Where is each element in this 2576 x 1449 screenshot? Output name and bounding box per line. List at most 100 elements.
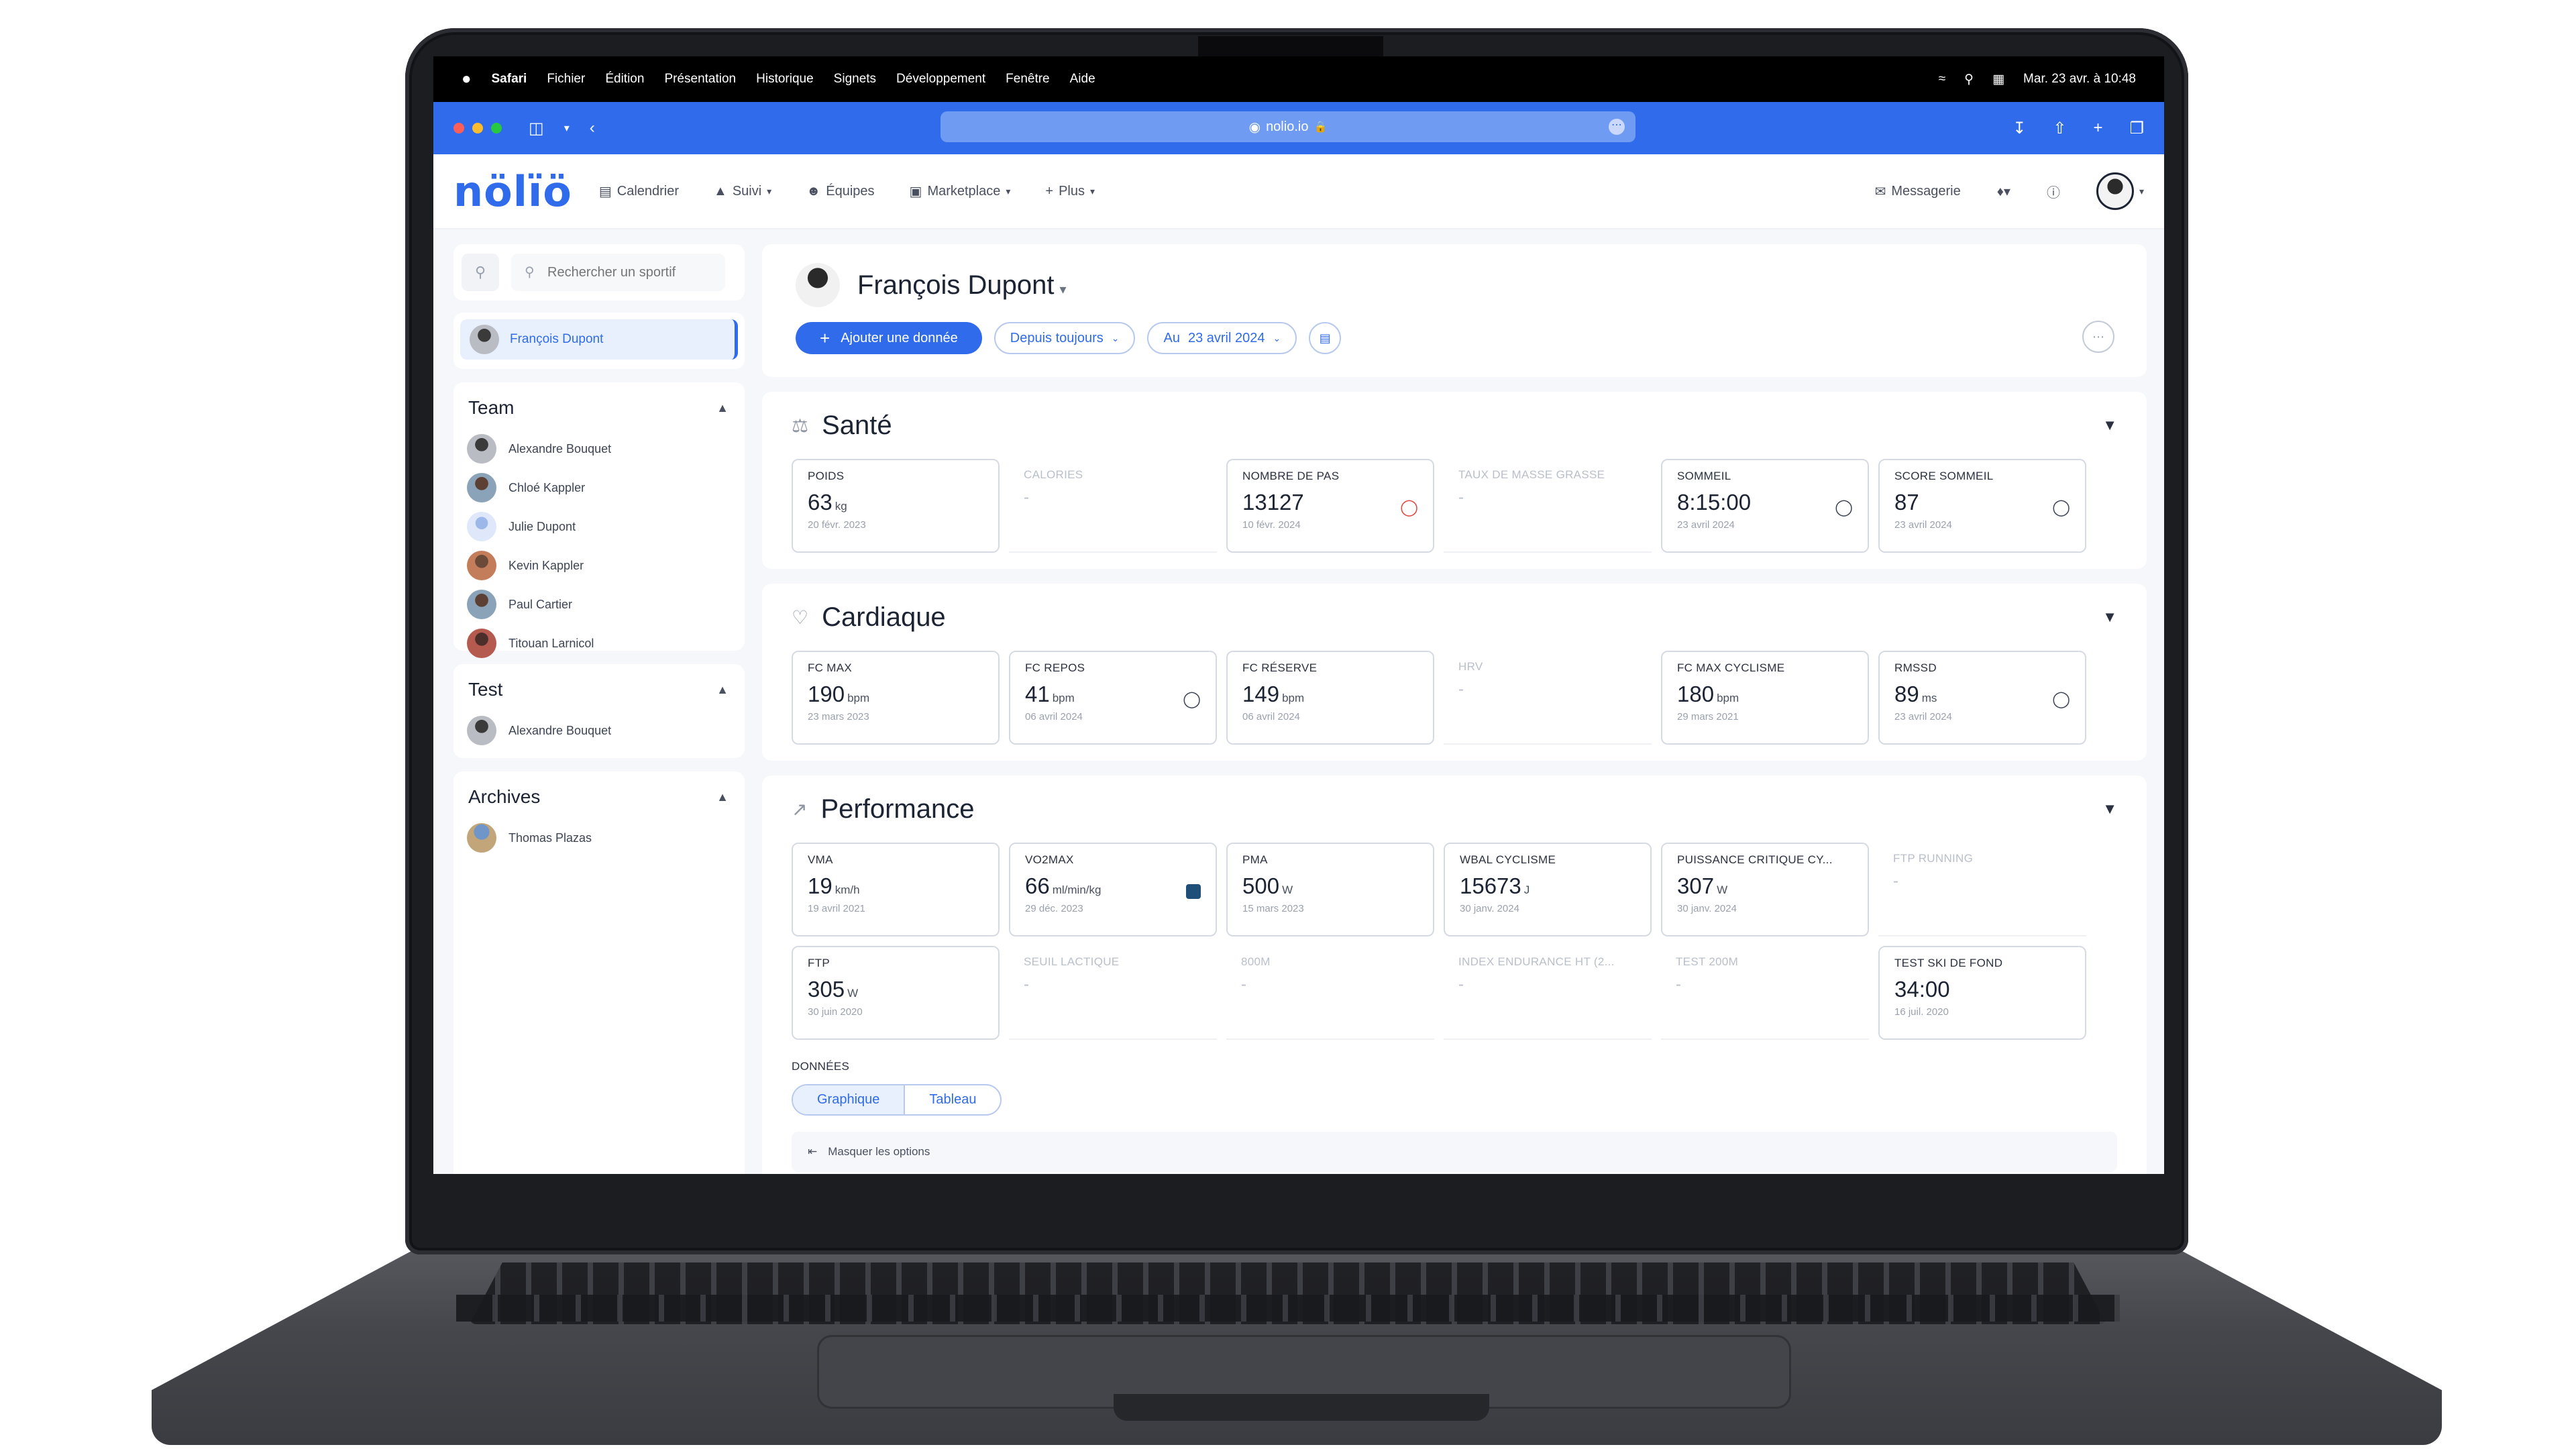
tab-graphique[interactable]: Graphique	[793, 1085, 906, 1114]
search-input[interactable]	[511, 254, 725, 291]
group-title: Archives	[468, 786, 541, 807]
list-item[interactable]: Chloé Kappler	[463, 468, 735, 507]
back-icon[interactable]: ‹	[590, 119, 595, 138]
menu-developpement[interactable]: Développement	[896, 72, 985, 87]
user-menu[interactable]: ▾	[2096, 172, 2144, 210]
list-item[interactable]: Thomas Plazas	[463, 818, 735, 857]
list-item[interactable]: Alexandre Bouquet	[463, 429, 735, 468]
metric-tile[interactable]: TEST SKI DE FOND 34:00 16 juil. 2020	[1878, 946, 2086, 1040]
until-date-filter[interactable]: Au 23 avril 2024 ⌄	[1147, 322, 1297, 354]
address-bar[interactable]: ◉ nolio.io 🔒 ⋯	[941, 111, 1635, 142]
menu-signets[interactable]: Signets	[834, 72, 876, 87]
list-item[interactable]: Paul Cartier	[463, 585, 735, 624]
metric-tile[interactable]: INDEX ENDURANCE HT (2... -	[1444, 946, 1652, 1040]
selected-athlete[interactable]: François Dupont	[460, 319, 738, 360]
metric-tile[interactable]: NOMBRE DE PAS 13127 10 févr. 2024 ◯	[1226, 459, 1434, 553]
metric-tile[interactable]: FC RÉSERVE 149 bpm 06 avril 2024	[1226, 651, 1434, 745]
metric-tile[interactable]: RMSSD 89 ms 23 avril 2024 ◯	[1878, 651, 2086, 745]
chevron-down-icon[interactable]: ▾	[564, 121, 570, 135]
add-data-label: Ajouter une donnée	[841, 330, 958, 345]
since-filter[interactable]: Depuis toujours ⌄	[994, 322, 1136, 354]
metric-tile[interactable]: 800M -	[1226, 946, 1434, 1040]
list-item[interactable]: Julie Dupont	[463, 507, 735, 546]
apple-icon[interactable]: ●	[462, 70, 472, 89]
nav-suivi[interactable]: ▲ Suivi ▾	[714, 184, 771, 199]
zoom-window-button[interactable]	[491, 123, 502, 133]
nav-calendrier[interactable]: ▤ Calendrier	[599, 183, 679, 200]
metric-label: POIDS	[808, 470, 845, 482]
nav-equipes[interactable]: ☻ Équipes	[806, 184, 874, 199]
menu-edition[interactable]: Édition	[605, 72, 644, 87]
metric-tile[interactable]: PUISSANCE CRITIQUE CY... 307 W 30 janv. 202…	[1661, 843, 1869, 936]
group-header[interactable]: Test ▲	[463, 679, 735, 711]
section-header[interactable]: ⚖ Santé ▼	[762, 392, 2147, 459]
spotlight-icon[interactable]: ⚲	[1964, 72, 1974, 87]
menu-historique[interactable]: Historique	[756, 72, 814, 87]
menu-fenetre[interactable]: Fenêtre	[1006, 72, 1049, 87]
menu-safari[interactable]: Safari	[492, 72, 527, 87]
metric-tile[interactable]: VMA 19 km/h 19 avril 2021	[792, 843, 1000, 936]
hide-options-button[interactable]: ⇤ Masquer les options	[792, 1132, 2117, 1172]
metric-tile[interactable]: FTP RUNNING -	[1878, 843, 2086, 936]
metric-tile[interactable]: TEST 200M -	[1661, 946, 1869, 1040]
bell-icon[interactable]: ♦▾	[1997, 183, 2010, 200]
download-icon[interactable]: ↧	[2012, 119, 2026, 138]
nav-marketplace[interactable]: ▣ Marketplace ▾	[910, 183, 1011, 200]
keyboard-row	[456, 1295, 2120, 1322]
metric-tile[interactable]: TAUX DE MASSE GRASSE -	[1444, 459, 1652, 553]
nav-messagerie[interactable]: ✉ Messagerie	[1875, 183, 1961, 200]
nav-plus[interactable]: + Plus ▾	[1045, 184, 1095, 199]
share-icon[interactable]: ⇧	[2053, 119, 2066, 138]
tab-tableau[interactable]: Tableau	[905, 1085, 1000, 1114]
control-center-icon[interactable]: ▦	[1992, 72, 2004, 87]
minimize-window-button[interactable]	[472, 123, 483, 133]
section-header[interactable]: ↗ Performance ▼	[762, 775, 2147, 843]
list-item[interactable]: Kevin Kappler	[463, 546, 735, 585]
menu-presentation[interactable]: Présentation	[664, 72, 736, 87]
metric-tile[interactable]: FC MAX 190 bpm 23 mars 2023	[792, 651, 1000, 745]
metric-tile[interactable]: WBAL CYCLISME 15673 J 30 janv. 2024	[1444, 843, 1652, 936]
sidebar-toggle-icon[interactable]: ◫	[529, 119, 544, 138]
chevron-down-icon[interactable]: ▼	[2102, 608, 2117, 626]
calendar-icon[interactable]: ▤	[1309, 322, 1342, 354]
metric-tile[interactable]: FC MAX CYCLISME 180 bpm 29 mars 2021	[1661, 651, 1869, 745]
menu-aide[interactable]: Aide	[1070, 72, 1095, 87]
metric-tile[interactable]: FTP 305 W 30 juin 2020	[792, 946, 1000, 1040]
help-icon[interactable]: ⓘ	[2047, 182, 2060, 201]
add-data-button[interactable]: + Ajouter une donnée	[796, 322, 982, 354]
nav-suivi-label: Suivi	[732, 183, 762, 199]
menu-fichier[interactable]: Fichier	[547, 72, 585, 87]
tabs-overview-icon[interactable]: ❐	[2129, 119, 2144, 138]
wifi-icon[interactable]: ≈	[1939, 72, 1945, 87]
metric-tile[interactable]: PMA 500 W 15 mars 2023	[1226, 843, 1434, 936]
list-item[interactable]: Alexandre Bouquet	[463, 711, 735, 750]
chevron-down-icon: ▾	[1059, 282, 1067, 297]
metric-tile[interactable]: FC REPOS 41 bpm 06 avril 2024 ◯	[1009, 651, 1217, 745]
chevron-down-icon[interactable]: ▼	[2102, 800, 2117, 818]
filter-icon[interactable]: ⚲	[462, 254, 499, 291]
metric-tile[interactable]: POIDS 63 kg 20 févr. 2023	[792, 459, 1000, 553]
ring-icon: ◯	[1183, 690, 1201, 708]
more-icon[interactable]: ⋯	[2082, 321, 2114, 353]
close-window-button[interactable]	[453, 123, 464, 133]
new-tab-icon[interactable]: +	[2093, 119, 2102, 138]
metric-tile[interactable]: SOMMEIL 8:15:00 23 avril 2024 ◯	[1661, 459, 1869, 553]
chevron-down-icon[interactable]: ▼	[2102, 417, 2117, 434]
metric-value-row: 63 kg	[808, 490, 983, 515]
section-header[interactable]: ♡ Cardiaque ▼	[762, 584, 2147, 651]
data-block: DONNÉES Graphique Tableau ⇤ Masquer les …	[762, 1056, 2147, 1174]
athlete-selector[interactable]: François Dupont ▾	[857, 270, 1067, 301]
list-item[interactable]: Titouan Larnicol	[463, 624, 735, 663]
metric-tile[interactable]: VO2MAX 66 ml/min/kg 29 déc. 2023	[1009, 843, 1217, 936]
menubar-clock[interactable]: Mar. 23 avr. à 10:48	[2023, 72, 2136, 87]
metric-tile[interactable]: SEUIL LACTIQUE -	[1009, 946, 1217, 1040]
metric-tile[interactable]: CALORIES -	[1009, 459, 1217, 553]
group-header[interactable]: Team ▲	[463, 397, 735, 429]
more-icon[interactable]: ⋯	[1609, 119, 1625, 135]
metric-tile[interactable]: SCORE SOMMEIL 87 23 avril 2024 ◯	[1878, 459, 2086, 553]
metric-label: SEUIL LACTIQUE	[1024, 955, 1120, 968]
group-header[interactable]: Archives ▲	[463, 786, 735, 818]
avatar	[467, 629, 496, 658]
nolio-logo[interactable]: nölïö	[453, 167, 572, 216]
metric-tile[interactable]: HRV -	[1444, 651, 1652, 745]
